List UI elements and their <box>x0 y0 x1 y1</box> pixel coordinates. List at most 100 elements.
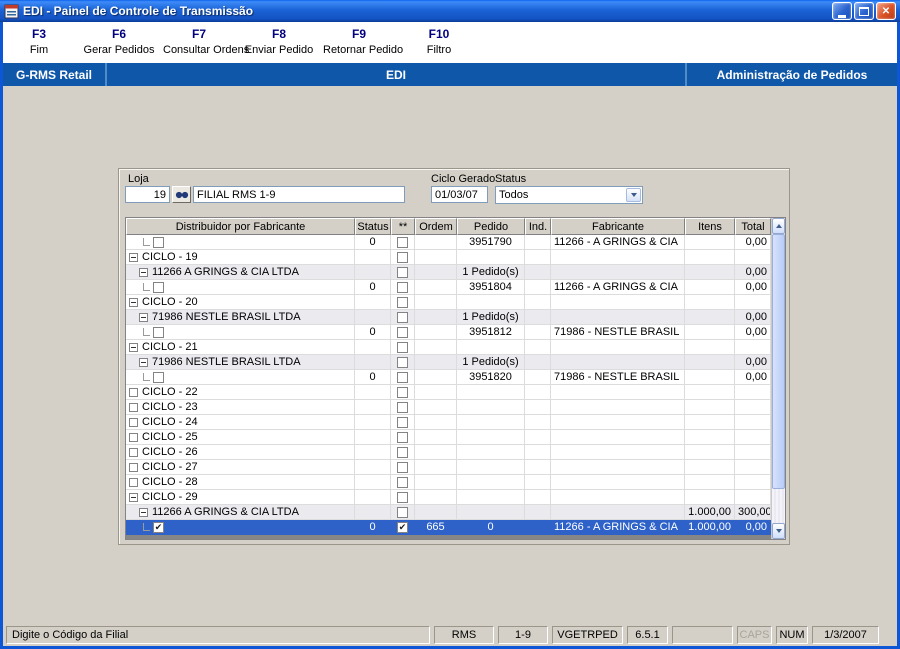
collapse-icon[interactable] <box>139 357 148 367</box>
toolbar-button-f7[interactable]: F7 Consultar Ordens <box>163 27 249 63</box>
grid-row[interactable]: CICLO - 21 <box>126 340 771 355</box>
row-select-checkbox[interactable] <box>153 371 164 383</box>
transmit-checkbox[interactable] <box>397 341 408 353</box>
column-header[interactable]: Status <box>355 218 391 235</box>
collapse-icon[interactable] <box>139 312 148 322</box>
dropdown-arrow-icon[interactable] <box>626 188 641 202</box>
expand-icon[interactable] <box>129 462 138 472</box>
toolbar-button-f3[interactable]: F3 Fim <box>3 27 75 63</box>
transmit-checkbox[interactable] <box>397 416 408 428</box>
transmit-checkbox[interactable] <box>397 476 408 488</box>
collapse-icon[interactable] <box>139 507 148 517</box>
grid-row[interactable]: CICLO - 22 <box>126 385 771 400</box>
arrow-up-icon <box>775 224 782 228</box>
vertical-scrollbar[interactable] <box>771 218 785 539</box>
row-select-checkbox[interactable] <box>153 521 164 533</box>
statusbar-panel-vgetrped: VGETRPED <box>552 626 623 644</box>
column-header[interactable]: Pedido <box>457 218 525 235</box>
loja-code-input[interactable] <box>125 186 170 203</box>
loja-name-field[interactable] <box>193 186 405 203</box>
grid-row[interactable]: CICLO - 23 <box>126 400 771 415</box>
transmit-checkbox[interactable] <box>397 281 408 293</box>
transmit-checkbox[interactable] <box>397 491 408 503</box>
grid-row[interactable]: CICLO - 27 <box>126 460 771 475</box>
expand-icon[interactable] <box>129 477 138 487</box>
transmit-checkbox[interactable] <box>397 296 408 308</box>
transmit-checkbox[interactable] <box>397 371 408 383</box>
transmit-checkbox[interactable] <box>397 386 408 398</box>
grid-row[interactable]: 0 3951804 11266 - A GRINGS & CIA 0,00 <box>126 280 771 295</box>
grid-row[interactable]: CICLO - 19 <box>126 250 771 265</box>
toolbar-button-f10[interactable]: F10 Filtro <box>403 27 475 63</box>
grid-cell <box>415 280 457 295</box>
minimize-button[interactable] <box>832 2 852 20</box>
expand-icon[interactable] <box>129 387 138 397</box>
grid-row[interactable]: 0 3951812 71986 - NESTLE BRASIL 0,00 <box>126 325 771 340</box>
column-header[interactable]: Ind. <box>525 218 551 235</box>
transmit-checkbox[interactable] <box>397 431 408 443</box>
row-select-checkbox[interactable] <box>153 236 164 248</box>
transmit-checkbox[interactable] <box>397 521 408 533</box>
column-header[interactable]: Distribuidor por Fabricante <box>126 218 355 235</box>
transmit-checkbox[interactable] <box>397 446 408 458</box>
grid-row[interactable]: 71986 NESTLE BRASIL LTDA 1 Pedido(s) 0,00 <box>126 310 771 325</box>
transmit-checkbox[interactable] <box>397 461 408 473</box>
column-header[interactable]: Itens <box>685 218 735 235</box>
toolbar-button-label: Fim <box>29 44 49 56</box>
collapse-icon[interactable] <box>129 297 138 307</box>
grid-row[interactable]: 11266 A GRINGS & CIA LTDA 1 Pedido(s) 0,00 <box>126 265 771 280</box>
grid-row[interactable]: CICLO - 20 <box>126 295 771 310</box>
grid-row[interactable]: 11266 A GRINGS & CIA LTDA 1.000,00 300,00 <box>126 505 771 520</box>
toolbar-button-f9[interactable]: F9 Retornar Pedido <box>323 27 403 63</box>
grid-row[interactable]: 0665011266 - A GRINGS & CIA1.000,000,00 <box>126 520 771 535</box>
transmit-checkbox[interactable] <box>397 266 408 278</box>
grid-row[interactable]: 0 3951820 71986 - NESTLE BRASIL 0,00 <box>126 370 771 385</box>
expand-icon[interactable] <box>129 417 138 427</box>
column-header[interactable]: Total <box>735 218 771 235</box>
close-button[interactable] <box>876 2 896 20</box>
grid-cell <box>457 415 525 430</box>
group-label: CICLO - 26 <box>142 446 198 459</box>
collapse-icon[interactable] <box>139 267 148 277</box>
scrollbar-track[interactable] <box>772 234 785 523</box>
transmit-checkbox[interactable] <box>397 311 408 323</box>
expand-icon[interactable] <box>129 432 138 442</box>
column-header[interactable]: Fabricante <box>551 218 685 235</box>
toolbar-button-f6[interactable]: F6 Gerar Pedidos <box>83 27 155 63</box>
transmit-checkbox[interactable] <box>397 326 408 338</box>
group-label: CICLO - 27 <box>142 461 198 474</box>
function-key-label: F7 <box>191 27 206 41</box>
transmit-checkbox[interactable] <box>397 236 408 248</box>
transmit-checkbox[interactable] <box>397 251 408 263</box>
function-key-label: F9 <box>351 27 366 41</box>
status-dropdown[interactable]: Todos <box>495 186 643 204</box>
grid-row[interactable]: CICLO - 29 <box>126 490 771 505</box>
scroll-up-button[interactable] <box>772 218 785 234</box>
grid-row[interactable]: CICLO - 26 <box>126 445 771 460</box>
restore-button[interactable] <box>854 2 874 20</box>
column-header[interactable]: Ordem <box>415 218 457 235</box>
grid-row[interactable]: CICLO - 24 <box>126 415 771 430</box>
collapse-icon[interactable] <box>129 252 138 262</box>
grid-cell <box>525 370 551 385</box>
ciclo-gerado-input[interactable] <box>431 186 488 203</box>
grid-row[interactable]: CICLO - 25 <box>126 430 771 445</box>
collapse-icon[interactable] <box>129 342 138 352</box>
column-header[interactable]: ** <box>391 218 415 235</box>
toolbar-button-f8[interactable]: F8 Enviar Pedido <box>243 27 315 63</box>
transmit-checkbox[interactable] <box>397 506 408 518</box>
transmit-checkbox[interactable] <box>397 401 408 413</box>
expand-icon[interactable] <box>129 447 138 457</box>
grid-row[interactable]: 71986 NESTLE BRASIL LTDA 1 Pedido(s) 0,00 <box>126 355 771 370</box>
row-select-checkbox[interactable] <box>153 281 164 293</box>
row-select-checkbox[interactable] <box>153 326 164 338</box>
grid-row[interactable]: CICLO - 28 <box>126 475 771 490</box>
scroll-down-button[interactable] <box>772 523 785 539</box>
expand-icon[interactable] <box>129 402 138 412</box>
transmit-checkbox[interactable] <box>397 356 408 368</box>
collapse-icon[interactable] <box>129 492 138 502</box>
titlebar[interactable]: EDI - Painel de Controle de Transmissão <box>0 0 900 22</box>
grid-row[interactable]: 0 3951790 11266 - A GRINGS & CIA 0,00 <box>126 235 771 250</box>
search-store-button[interactable] <box>172 186 191 203</box>
scrollbar-thumb[interactable] <box>772 234 785 489</box>
